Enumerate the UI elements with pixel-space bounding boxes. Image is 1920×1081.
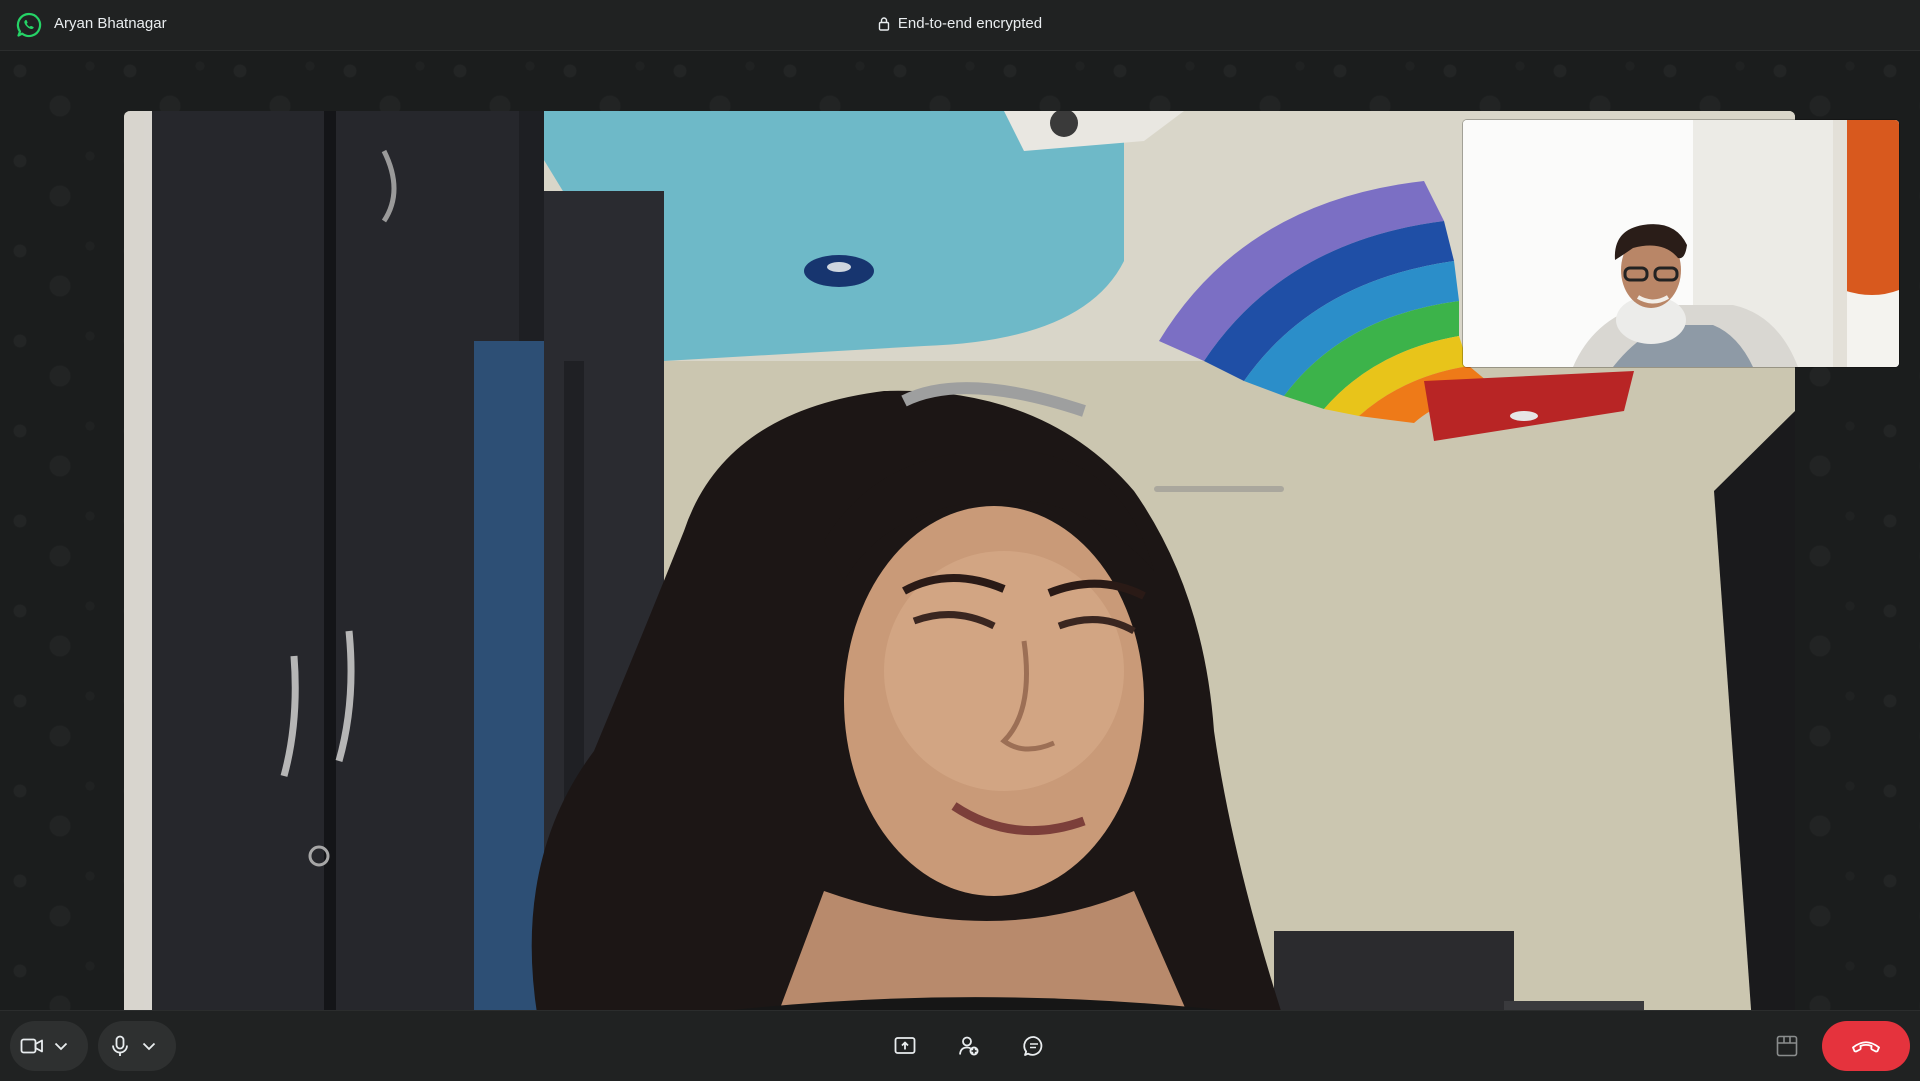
microphone-toggle-button[interactable]: [98, 1021, 142, 1071]
share-screen-button[interactable]: [883, 1024, 927, 1068]
add-participant-button[interactable]: [947, 1024, 991, 1068]
call-stage: [0, 51, 1920, 1051]
chevron-down-icon: [142, 1042, 156, 1050]
camera-options-button[interactable]: [54, 1021, 84, 1071]
microphone-options-button[interactable]: [142, 1021, 172, 1071]
microphone-icon: [112, 1035, 128, 1056]
caller-name: Aryan Bhatnagar: [54, 15, 167, 32]
chat-bubble-icon: [1023, 1036, 1043, 1056]
chat-button[interactable]: [1012, 1024, 1056, 1068]
add-person-icon: [959, 1036, 979, 1056]
share-screen-icon: [894, 1037, 916, 1054]
lock-icon: [878, 17, 890, 31]
camera-control: [10, 1021, 88, 1071]
end-call-button[interactable]: [1822, 1021, 1910, 1071]
camera-toggle-button[interactable]: [10, 1021, 54, 1071]
microphone-control: [98, 1021, 176, 1071]
chevron-down-icon: [54, 1042, 68, 1050]
layout-button[interactable]: [1765, 1024, 1809, 1068]
end-call-icon: [1852, 1041, 1880, 1053]
whatsapp-logo-icon: [16, 12, 42, 38]
self-view-video[interactable]: [1463, 120, 1899, 367]
video-camera-icon: [20, 1038, 43, 1054]
call-controls-bar: [0, 1010, 1920, 1081]
encryption-label: End-to-end encrypted: [897, 15, 1043, 32]
self-video-frame: [1463, 120, 1899, 367]
title-bar: Aryan Bhatnagar End-to-end encrypted: [0, 0, 1920, 51]
encryption-status: End-to-end encrypted: [878, 15, 1042, 32]
grid-layout-icon: [1776, 1035, 1798, 1057]
